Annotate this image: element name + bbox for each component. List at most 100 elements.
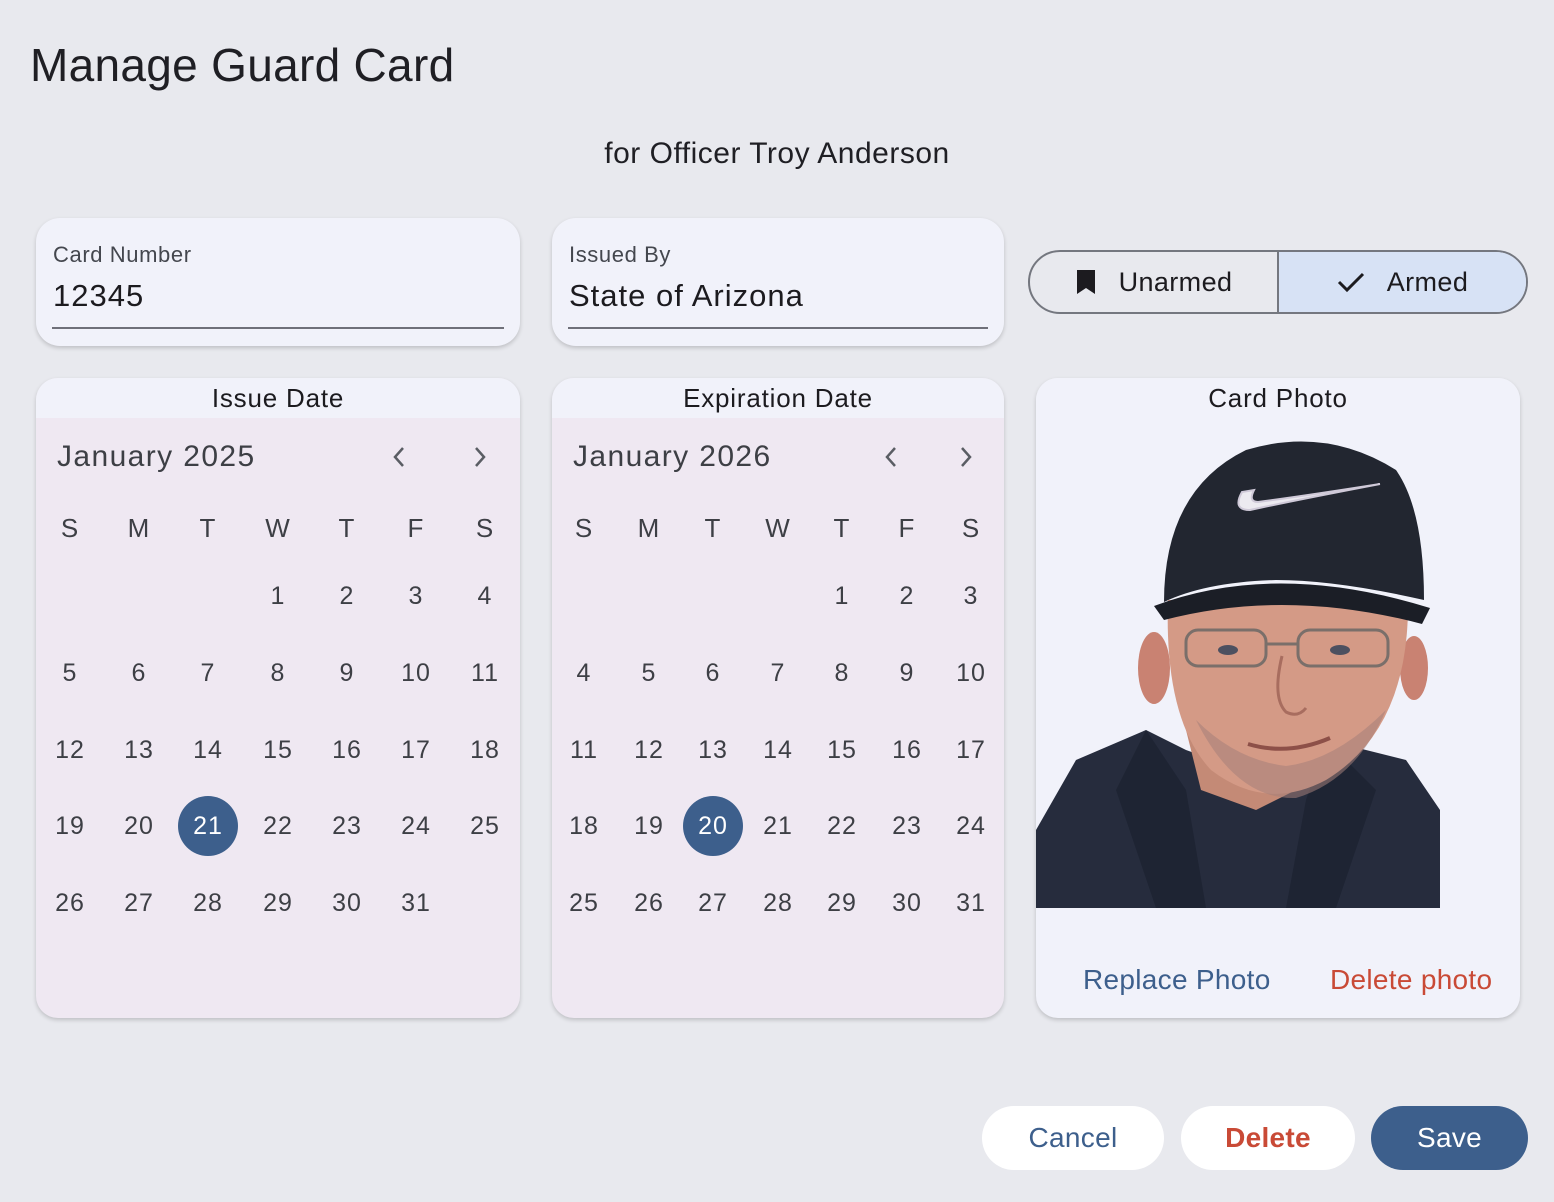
expiration-date-card: Expiration Date January 2026 SMTWTFS1234… [552, 378, 1004, 1018]
weekday-label: M [637, 512, 661, 543]
replace-photo-button[interactable]: Replace Photo [1083, 964, 1271, 996]
calendar-day[interactable]: 17 [941, 720, 1001, 780]
calendar-day[interactable]: 10 [386, 643, 446, 703]
issued-by-label: Issued By [569, 242, 672, 267]
armed-label: Armed [1386, 266, 1469, 297]
calendar-day[interactable]: 1 [248, 566, 308, 626]
calendar-day[interactable]: 26 [40, 873, 100, 933]
calendar-day[interactable]: 9 [317, 643, 377, 703]
calendar-day[interactable]: 30 [317, 873, 377, 933]
calendar-day[interactable]: 22 [248, 796, 308, 856]
save-button[interactable]: Save [1371, 1106, 1528, 1170]
expiration-month-label[interactable]: January 2026 [573, 440, 772, 474]
weekday-label: S [475, 512, 495, 543]
calendar-day[interactable]: 15 [248, 720, 308, 780]
calendar-day[interactable]: 12 [619, 720, 679, 780]
calendar-day[interactable]: 29 [812, 873, 872, 933]
calendar-day[interactable]: 9 [877, 643, 937, 703]
armed-status-toggle: Unarmed Armed [1028, 250, 1528, 314]
weekday-label: T [833, 512, 851, 543]
card-photo-card: Card Photo Replace Photo Delete photo [1036, 378, 1520, 1018]
calendar-day[interactable]: 24 [386, 796, 446, 856]
calendar-day[interactable]: 25 [455, 796, 515, 856]
calendar-day[interactable]: 20 [109, 796, 169, 856]
expiration-next-month-button[interactable] [951, 444, 981, 474]
calendar-day[interactable]: 11 [554, 720, 614, 780]
calendar-day[interactable]: 5 [619, 643, 679, 703]
calendar-day[interactable]: 1 [812, 566, 872, 626]
calendar-day[interactable]: 27 [683, 873, 743, 933]
calendar-day[interactable]: 10 [941, 643, 1001, 703]
weekday-label: S [961, 512, 981, 543]
calendar-day[interactable]: 23 [877, 796, 937, 856]
calendar-day[interactable]: 3 [386, 566, 446, 626]
calendar-day[interactable]: 30 [877, 873, 937, 933]
calendar-day[interactable]: 13 [109, 720, 169, 780]
armed-option[interactable]: Armed [1277, 252, 1526, 312]
chevron-left-icon [884, 446, 898, 473]
unarmed-option[interactable]: Unarmed [1030, 252, 1277, 312]
calendar-day[interactable]: 31 [941, 873, 1001, 933]
delete-button[interactable]: Delete [1181, 1106, 1355, 1170]
calendar-day[interactable]: 29 [248, 873, 308, 933]
calendar-day[interactable]: 11 [455, 643, 515, 703]
chevron-right-icon [959, 446, 973, 473]
card-photo-title: Card Photo [1036, 378, 1520, 418]
calendar-day[interactable]: 14 [748, 720, 808, 780]
calendar-day[interactable]: 13 [683, 720, 743, 780]
expiration-date-title: Expiration Date [552, 378, 1004, 418]
issue-month-label[interactable]: January 2025 [57, 440, 256, 474]
calendar-day[interactable]: 4 [455, 566, 515, 626]
calendar-day[interactable]: 16 [877, 720, 937, 780]
calendar-day[interactable]: 24 [941, 796, 1001, 856]
calendar-day[interactable]: 27 [109, 873, 169, 933]
calendar-day[interactable]: 2 [317, 566, 377, 626]
calendar-day[interactable]: 16 [317, 720, 377, 780]
calendar-day-selected[interactable]: 21 [178, 796, 238, 856]
weekday-label: F [898, 512, 916, 543]
calendar-day[interactable]: 14 [178, 720, 238, 780]
issued-by-field[interactable]: Issued By State of Arizona [552, 218, 1004, 346]
issued-by-underline [568, 327, 988, 329]
weekday-label: F [407, 512, 425, 543]
calendar-day[interactable]: 18 [455, 720, 515, 780]
calendar-day[interactable]: 19 [619, 796, 679, 856]
calendar-day[interactable]: 28 [748, 873, 808, 933]
card-number-field[interactable]: Card Number 12345 [36, 218, 520, 346]
weekday-label: M [127, 512, 151, 543]
calendar-day[interactable]: 22 [812, 796, 872, 856]
calendar-day[interactable]: 8 [812, 643, 872, 703]
calendar-day[interactable]: 21 [748, 796, 808, 856]
calendar-day[interactable]: 7 [178, 643, 238, 703]
cancel-button[interactable]: Cancel [982, 1106, 1164, 1170]
calendar-day[interactable]: 6 [109, 643, 169, 703]
calendar-day[interactable]: 5 [40, 643, 100, 703]
weekday-label: T [199, 512, 217, 543]
calendar-day[interactable]: 6 [683, 643, 743, 703]
calendar-day[interactable]: 7 [748, 643, 808, 703]
calendar-day[interactable]: 4 [554, 643, 614, 703]
expiration-prev-month-button[interactable] [876, 444, 906, 474]
issue-prev-month-button[interactable] [384, 444, 414, 474]
calendar-day[interactable]: 23 [317, 796, 377, 856]
calendar-day-selected[interactable]: 20 [683, 796, 743, 856]
weekday-label: W [265, 512, 291, 543]
calendar-day[interactable]: 17 [386, 720, 446, 780]
issue-next-month-button[interactable] [465, 444, 495, 474]
calendar-day[interactable]: 19 [40, 796, 100, 856]
calendar-day[interactable]: 15 [812, 720, 872, 780]
calendar-day[interactable]: 31 [386, 873, 446, 933]
card-number-input[interactable]: 12345 [53, 278, 144, 314]
calendar-day[interactable]: 8 [248, 643, 308, 703]
issued-by-input[interactable]: State of Arizona [569, 278, 804, 314]
delete-photo-button[interactable]: Delete photo [1330, 964, 1492, 996]
weekday-label: T [338, 512, 356, 543]
calendar-day[interactable]: 12 [40, 720, 100, 780]
card-number-underline [52, 327, 504, 329]
calendar-day[interactable]: 28 [178, 873, 238, 933]
calendar-day[interactable]: 18 [554, 796, 614, 856]
calendar-day[interactable]: 26 [619, 873, 679, 933]
calendar-day[interactable]: 2 [877, 566, 937, 626]
calendar-day[interactable]: 25 [554, 873, 614, 933]
calendar-day[interactable]: 3 [941, 566, 1001, 626]
